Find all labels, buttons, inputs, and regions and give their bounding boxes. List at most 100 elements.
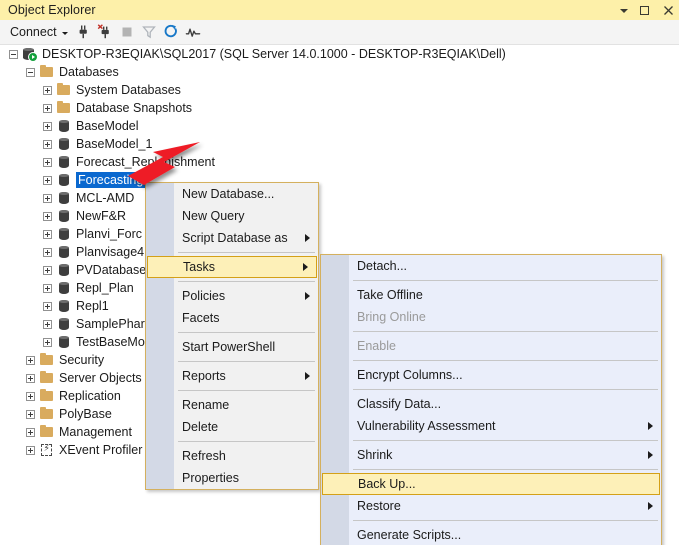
- expand-icon[interactable]: [43, 157, 52, 167]
- menu-item[interactable]: Rename: [146, 394, 318, 416]
- tree-node-label: TestBaseMo: [76, 335, 145, 349]
- menu-item-label: Tasks: [183, 260, 215, 274]
- menu-item[interactable]: Vulnerability Assessment: [321, 415, 661, 437]
- tree-node-label: XEvent Profiler: [59, 443, 143, 457]
- menu-item[interactable]: Reports: [146, 365, 318, 387]
- collapse-icon[interactable]: [26, 67, 35, 77]
- menu-item[interactable]: New Database...: [146, 183, 318, 205]
- connect-button[interactable]: Connect: [6, 22, 72, 42]
- expand-icon[interactable]: [43, 193, 52, 203]
- menu-item[interactable]: Take Offline: [321, 284, 661, 306]
- tree-node[interactable]: NewF&R: [0, 207, 679, 225]
- tree-node[interactable]: Databases: [0, 63, 679, 81]
- menu-separator: [321, 328, 661, 335]
- expand-icon[interactable]: [43, 103, 52, 113]
- tree-node-label: Repl_Plan: [76, 281, 134, 295]
- menu-item-label: Encrypt Columns...: [357, 368, 463, 382]
- tree-node-label: Forecast_Replenishment: [76, 155, 215, 169]
- close-icon[interactable]: [662, 4, 675, 17]
- menu-item[interactable]: Refresh: [146, 445, 318, 467]
- tree-node-label: DESKTOP-R3EQIAK\SQL2017 (SQL Server 14.0…: [42, 47, 506, 61]
- expand-icon[interactable]: [43, 319, 52, 329]
- expand-icon[interactable]: [43, 139, 52, 149]
- menu-item-label: Back Up...: [358, 477, 416, 491]
- database-icon: [56, 190, 72, 206]
- tree-node[interactable]: BaseModel: [0, 117, 679, 135]
- expand-icon[interactable]: [43, 121, 52, 131]
- tree-node-label: System Databases: [76, 83, 181, 97]
- menu-item[interactable]: Detach...: [321, 255, 661, 277]
- menu-item[interactable]: Shrink: [321, 444, 661, 466]
- folder-icon: [39, 388, 55, 404]
- refresh-icon[interactable]: [160, 21, 182, 43]
- menu-item-label: Take Offline: [357, 288, 423, 302]
- menu-item[interactable]: Properties: [146, 467, 318, 489]
- expand-icon[interactable]: [43, 247, 52, 257]
- menu-item: Enable: [321, 335, 661, 357]
- folder-icon: [56, 82, 72, 98]
- window-controls: [618, 0, 675, 20]
- database-icon: [56, 226, 72, 242]
- submenu-arrow-icon: [648, 502, 653, 510]
- stop-icon: [116, 21, 138, 43]
- expand-icon[interactable]: [26, 427, 35, 437]
- expand-icon[interactable]: [43, 85, 52, 95]
- tree-node[interactable]: BaseModel_1: [0, 135, 679, 153]
- tree-node[interactable]: System Databases: [0, 81, 679, 99]
- menu-item[interactable]: Start PowerShell: [146, 336, 318, 358]
- database-icon: [56, 262, 72, 278]
- expand-icon[interactable]: [26, 391, 35, 401]
- disconnect-object-explorer-icon[interactable]: [94, 21, 116, 43]
- expand-icon[interactable]: [43, 283, 52, 293]
- menu-item[interactable]: Facets: [146, 307, 318, 329]
- menu-item[interactable]: Tasks: [147, 256, 317, 278]
- menu-item[interactable]: Policies: [146, 285, 318, 307]
- expand-icon[interactable]: [26, 409, 35, 419]
- menu-item-label: New Database...: [182, 187, 275, 201]
- menu-item[interactable]: Restore: [321, 495, 661, 517]
- menu-item[interactable]: Classify Data...: [321, 393, 661, 415]
- menu-item[interactable]: Encrypt Columns...: [321, 364, 661, 386]
- database-context-menu[interactable]: New Database... New Query Script Database …: [145, 182, 319, 490]
- expand-icon[interactable]: [43, 229, 52, 239]
- tree-node[interactable]: Database Snapshots: [0, 99, 679, 117]
- activity-monitor-icon[interactable]: [182, 21, 204, 43]
- menu-separator: [146, 387, 318, 394]
- expand-icon[interactable]: [43, 175, 52, 185]
- tree-node[interactable]: Forecasting: [0, 171, 679, 189]
- expand-icon[interactable]: [43, 301, 52, 311]
- expand-icon[interactable]: [43, 265, 52, 275]
- menu-item-label: Rename: [182, 398, 230, 412]
- maximize-icon[interactable]: [640, 4, 653, 17]
- tree-node[interactable]: MCL-AMD: [0, 189, 679, 207]
- page-title: Object Explorer: [8, 3, 96, 17]
- database-icon: [56, 172, 72, 188]
- tree-node-label: Server Objects: [59, 371, 142, 385]
- expand-icon[interactable]: [26, 355, 35, 365]
- menu-item-label: Script Database as: [182, 231, 288, 245]
- tree-node[interactable]: Planvi_Forc: [0, 225, 679, 243]
- collapse-icon[interactable]: [9, 49, 18, 59]
- window-menu-caret-icon[interactable]: [618, 4, 631, 17]
- menu-item[interactable]: Generate Scripts...: [321, 524, 661, 545]
- submenu-arrow-icon: [305, 292, 310, 300]
- expand-icon[interactable]: [43, 211, 52, 221]
- expand-icon[interactable]: [43, 337, 52, 347]
- window-titlebar: Object Explorer: [0, 0, 679, 20]
- tree-node-label: SamplePhar: [76, 317, 145, 331]
- tree-node-label: Replication: [59, 389, 121, 403]
- menu-item-label: Detach...: [357, 259, 408, 273]
- menu-item[interactable]: Back Up...: [322, 473, 660, 495]
- menu-item[interactable]: Script Database as: [146, 227, 318, 249]
- database-icon: [56, 118, 72, 134]
- tasks-submenu[interactable]: Detach... Take Offline Bring Online Enable E…: [320, 254, 662, 545]
- menu-separator: [146, 249, 318, 256]
- menu-item-label: Properties: [182, 471, 239, 485]
- connect-object-explorer-icon[interactable]: [72, 21, 94, 43]
- tree-node[interactable]: DESKTOP-R3EQIAK\SQL2017 (SQL Server 14.0…: [0, 45, 679, 63]
- expand-icon[interactable]: [26, 373, 35, 383]
- tree-node[interactable]: Forecast_Replenishment: [0, 153, 679, 171]
- menu-item[interactable]: New Query: [146, 205, 318, 227]
- menu-item[interactable]: Delete: [146, 416, 318, 438]
- expand-icon[interactable]: [26, 445, 35, 455]
